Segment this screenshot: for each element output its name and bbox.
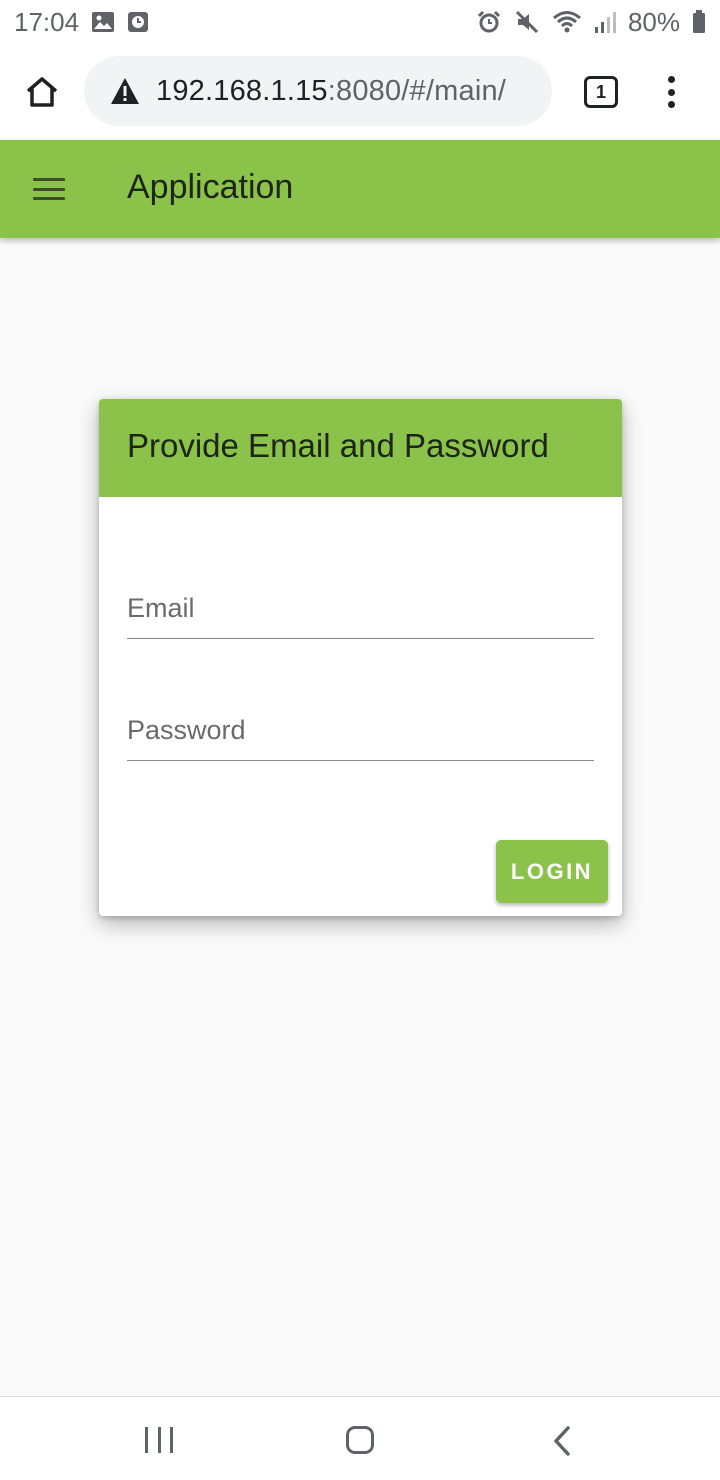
login-button[interactable]: LOGIN [496,840,608,903]
status-bar-right: 80% [476,7,706,38]
home-icon[interactable] [18,68,66,116]
recent-bar [170,1427,173,1453]
recent-apps-icon[interactable] [145,1427,173,1453]
menu-dot [667,88,675,96]
status-bar: 17:04 80% [0,0,720,44]
email-input[interactable] [127,588,594,628]
menu-icon[interactable] [33,178,65,200]
url-text[interactable]: 192.168.1.15:8080/#/main/ [156,75,506,108]
menu-bar-line [33,197,65,200]
image-icon [91,11,115,33]
menu-dot [667,101,675,108]
battery-icon [692,10,706,34]
login-card-header: Provide Email and Password [99,399,622,497]
url-host: 192.168.1.15 [156,74,328,107]
tab-count: 1 [595,81,606,102]
more-vert-icon[interactable] [654,70,688,114]
battery-percent: 80% [627,6,680,37]
menu-bar-line [33,178,65,181]
recent-bar [157,1427,161,1453]
app-toolbar: Application [0,140,720,238]
address-bar[interactable]: 192.168.1.15:8080/#/main/ [84,56,552,126]
password-field[interactable] [127,701,594,761]
back-icon[interactable] [548,1425,576,1457]
menu-bar-line [33,187,65,191]
status-bar-left: 17:04 [14,7,149,38]
browser-toolbar: 192.168.1.15:8080/#/main/ 1 [0,44,720,140]
recent-bar [145,1427,148,1453]
warning-icon[interactable] [110,76,140,106]
clock-app-icon [127,11,149,33]
system-nav-bar [0,1396,720,1480]
app-title: Application [127,168,294,206]
mute-icon [514,9,540,35]
url-path: :8080/#/main/ [327,74,507,107]
tabs-icon[interactable]: 1 [584,76,618,108]
menu-dot [667,76,675,83]
login-card: Provide Email and Password LOGIN [99,399,622,916]
signal-icon [594,10,616,34]
login-card-title: Provide Email and Password [127,427,549,464]
password-input[interactable] [127,710,594,750]
alarm-icon [476,9,502,35]
email-field[interactable] [127,579,594,639]
wifi-icon [552,10,582,34]
home-nav-icon[interactable] [346,1426,374,1454]
status-time: 17:04 [14,6,80,37]
